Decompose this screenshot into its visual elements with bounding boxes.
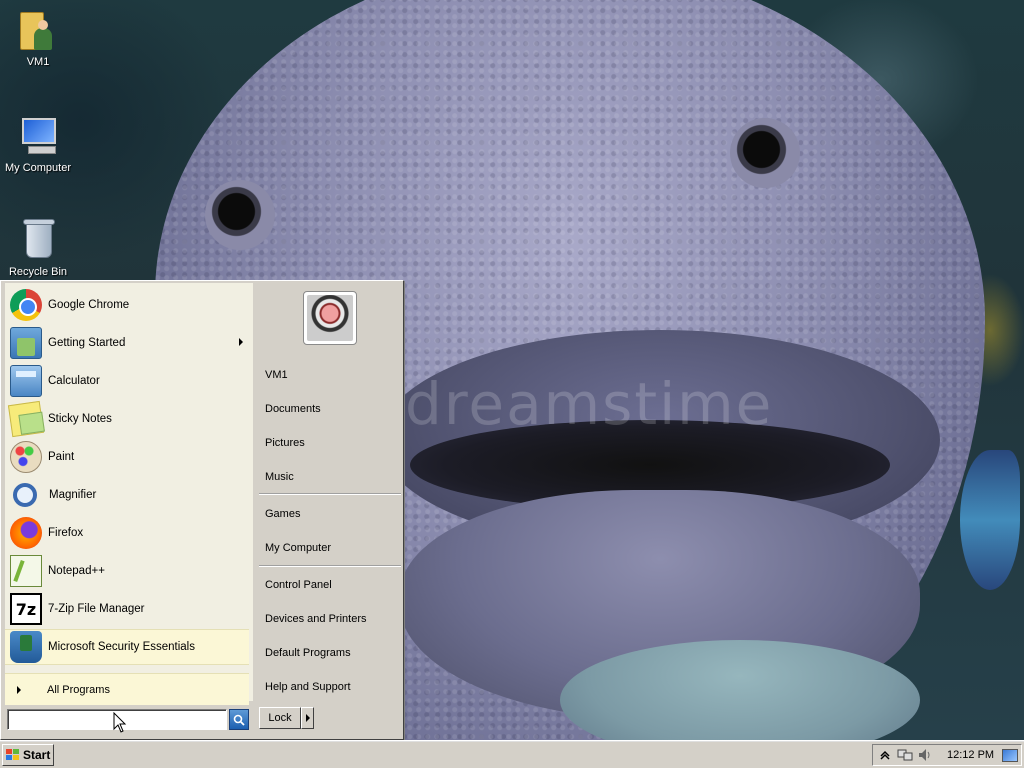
- program-label: Getting Started: [48, 337, 126, 349]
- desktop-icon-recycle-bin[interactable]: Recycle Bin: [0, 216, 76, 278]
- menu-separator: [259, 493, 401, 495]
- desktop-icon-my-computer[interactable]: My Computer: [0, 112, 76, 174]
- all-programs-button[interactable]: All Programs: [5, 673, 249, 705]
- desktop-icon-label: My Computer: [4, 162, 72, 174]
- program-calculator[interactable]: Calculator: [5, 363, 249, 399]
- firefox-icon: [10, 517, 42, 549]
- program-label: Magnifier: [49, 489, 97, 501]
- fish-eye-right: [730, 118, 800, 188]
- program-label: Paint: [48, 451, 75, 463]
- program-microsoft-security-essentials[interactable]: Microsoft Security Essentials: [5, 629, 249, 665]
- start-menu: Google Chrome Getting Started Calculator…: [0, 280, 404, 740]
- search-button[interactable]: [229, 709, 249, 730]
- user-folder-icon: [14, 6, 62, 54]
- link-help-and-support[interactable]: Help and Support: [265, 676, 399, 698]
- link-devices-and-printers[interactable]: Devices and Printers: [265, 608, 399, 630]
- program-notepadpp[interactable]: Notepad++: [5, 553, 249, 589]
- windows-flag-icon: [6, 749, 20, 761]
- lock-button[interactable]: Lock: [259, 707, 301, 729]
- taskbar: Start 12:12 PM: [0, 740, 1024, 768]
- link-music[interactable]: Music: [265, 466, 399, 488]
- taskbar-clock[interactable]: 12:12 PM: [947, 749, 994, 761]
- menu-separator: [259, 565, 401, 567]
- security-essentials-icon: [10, 631, 42, 663]
- desktop-icon-label: Recycle Bin: [8, 266, 68, 278]
- program-firefox[interactable]: Firefox: [5, 515, 249, 551]
- sticky-notes-icon: [7, 400, 45, 438]
- show-hidden-icons-icon[interactable]: [877, 747, 893, 763]
- search-icon: [233, 714, 245, 726]
- link-vm1[interactable]: VM1: [265, 364, 399, 386]
- program-label: 7-Zip File Manager: [48, 603, 145, 615]
- calculator-icon: [10, 365, 42, 397]
- program-label: Google Chrome: [48, 299, 130, 311]
- program-label: Sticky Notes: [48, 413, 112, 425]
- mouse-cursor-icon: [113, 712, 127, 733]
- start-label: Start: [23, 748, 51, 762]
- program-paint[interactable]: Paint: [5, 439, 249, 475]
- program-label: Calculator: [48, 375, 100, 387]
- program-label: Microsoft Security Essentials: [48, 641, 195, 653]
- start-menu-programs-pane: Google Chrome Getting Started Calculator…: [5, 283, 253, 705]
- chevron-right-icon: [17, 685, 21, 694]
- magnifier-icon: [13, 483, 37, 507]
- desktop-icon-label: VM1: [26, 56, 50, 68]
- chrome-icon: [10, 289, 42, 321]
- getting-started-icon: [10, 327, 42, 359]
- submenu-arrow-icon: [239, 338, 243, 346]
- notepadpp-icon: [10, 555, 42, 587]
- computer-icon: [14, 112, 62, 160]
- link-documents[interactable]: Documents: [265, 398, 399, 420]
- volume-icon[interactable]: [917, 747, 933, 763]
- 7zip-icon: 7z: [10, 593, 42, 625]
- program-7zip[interactable]: 7z 7-Zip File Manager: [5, 591, 249, 627]
- paint-icon: [10, 441, 42, 473]
- link-default-programs[interactable]: Default Programs: [265, 642, 399, 664]
- link-control-panel[interactable]: Control Panel: [265, 574, 399, 596]
- wallpaper-watermark: dreamstime: [405, 370, 774, 438]
- show-desktop-icon[interactable]: [1002, 748, 1019, 762]
- link-my-computer[interactable]: My Computer: [265, 537, 399, 559]
- lock-options-button[interactable]: [301, 707, 314, 729]
- link-pictures[interactable]: Pictures: [265, 432, 399, 454]
- program-google-chrome[interactable]: Google Chrome: [5, 287, 249, 323]
- network-icon[interactable]: [897, 747, 913, 763]
- link-games[interactable]: Games: [265, 503, 399, 525]
- program-label: Firefox: [48, 527, 84, 539]
- program-label: Notepad++: [48, 565, 105, 577]
- desktop-icon-vm1[interactable]: VM1: [0, 6, 76, 68]
- system-tray: 12:12 PM: [872, 744, 1022, 766]
- fish-eye-left: [205, 180, 275, 250]
- program-sticky-notes[interactable]: Sticky Notes: [5, 400, 249, 438]
- program-getting-started[interactable]: Getting Started: [5, 325, 249, 361]
- start-button[interactable]: Start: [2, 744, 54, 766]
- turntable-icon: [307, 295, 353, 341]
- program-magnifier[interactable]: Magnifier: [5, 477, 249, 513]
- start-menu-places-pane: VM1 Documents Pictures Music Games My Co…: [255, 283, 403, 701]
- recycle-bin-icon: [14, 216, 62, 264]
- all-programs-label: All Programs: [47, 683, 110, 696]
- user-avatar[interactable]: [303, 291, 357, 345]
